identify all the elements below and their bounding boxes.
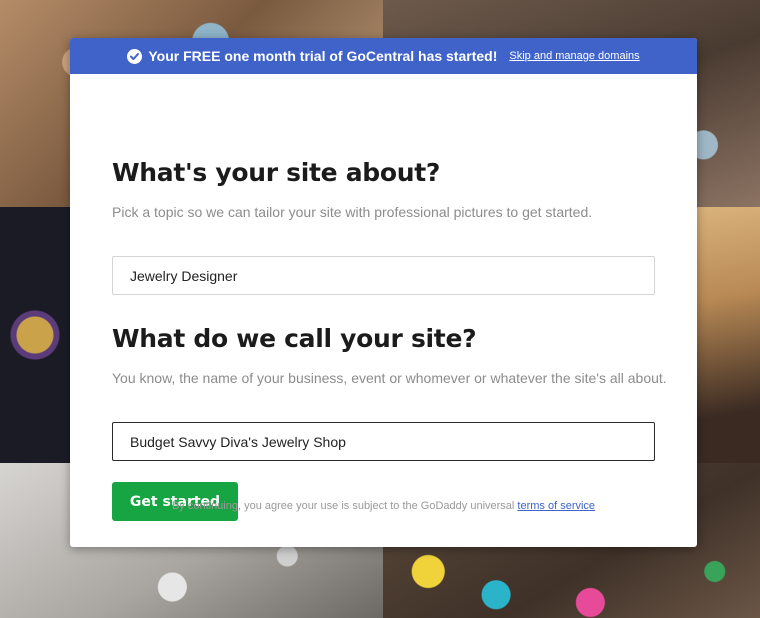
skip-manage-domains-link[interactable]: Skip and manage domains	[509, 50, 639, 62]
legal-text: By continuing, you agree your use is sub…	[171, 500, 515, 512]
site-name-input[interactable]	[112, 422, 655, 461]
site-setup-modal: Your FREE one month trial of GoCentral h…	[70, 38, 697, 547]
terms-of-service-link[interactable]: terms of service	[517, 500, 595, 512]
topic-heading: What's your site about?	[112, 158, 441, 187]
legal-notice: By continuing, you agree your use is sub…	[70, 500, 697, 512]
site-name-description: You know, the name of your business, eve…	[112, 370, 667, 386]
background-photo-model	[697, 207, 760, 463]
topic-input[interactable]	[112, 256, 655, 295]
trial-banner: Your FREE one month trial of GoCentral h…	[70, 38, 697, 74]
trial-message: Your FREE one month trial of GoCentral h…	[148, 48, 498, 64]
background-photo-brooch	[0, 207, 70, 463]
site-name-heading: What do we call your site?	[112, 324, 477, 353]
topic-description: Pick a topic so we can tailor your site …	[112, 204, 593, 220]
check-circle-icon	[127, 48, 143, 64]
